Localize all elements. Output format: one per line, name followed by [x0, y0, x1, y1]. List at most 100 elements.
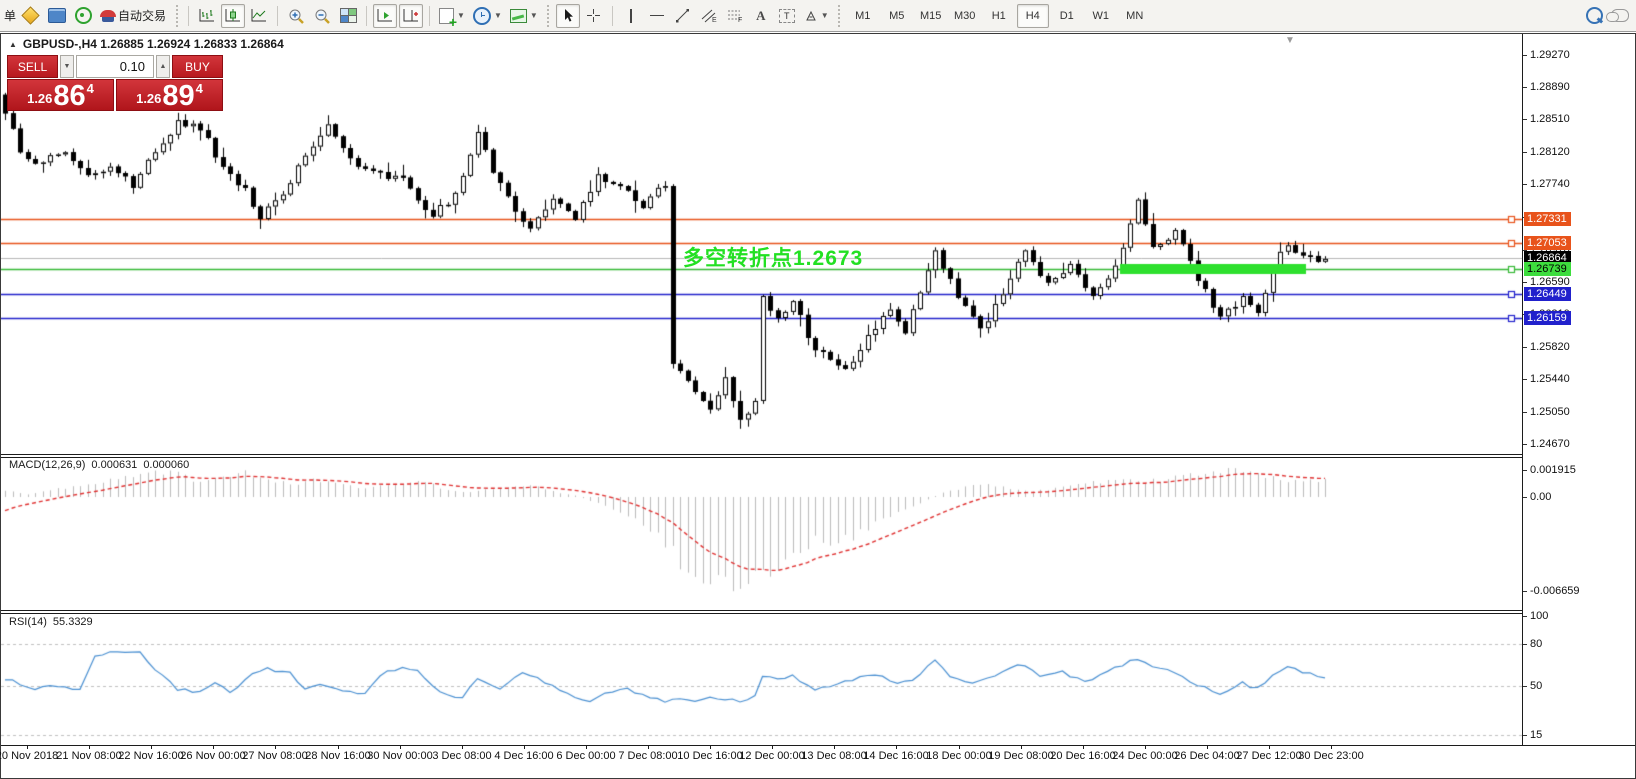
text-tool-button[interactable]: A	[749, 4, 773, 28]
time-tick-label: 21 Nov 08:00	[56, 750, 121, 762]
chevron-down-icon: ▼	[457, 11, 465, 20]
zoom-out-button[interactable]	[310, 4, 334, 28]
fibonacci-tool-button[interactable]: F	[723, 4, 747, 28]
auto-trading-button[interactable]: 自动交易	[97, 4, 169, 28]
time-tick-label: 6 Dec 00:00	[556, 750, 615, 762]
volume-input[interactable]: 0.10	[76, 55, 154, 78]
price-axis-tick-mark	[1523, 119, 1527, 120]
tile-windows-button[interactable]	[336, 4, 360, 28]
time-axis-tick-mark	[213, 745, 214, 749]
timeframe-button-H4[interactable]: H4	[1017, 4, 1049, 28]
time-axis[interactable]: 20 Nov 201821 Nov 08:0022 Nov 16:0026 No…	[1, 746, 1635, 778]
price-tick-label: 1.25820	[1530, 341, 1570, 353]
volume-decrease-button[interactable]: ▼	[60, 55, 74, 78]
time-axis-tick-mark	[462, 745, 463, 749]
gold-icon	[21, 6, 39, 24]
sell-button[interactable]: SELL	[7, 55, 58, 78]
buy-price-button[interactable]: 1.26 89 4	[116, 79, 223, 111]
timeframe-button-D1[interactable]: D1	[1051, 4, 1083, 28]
rsi-axis-label: 100	[1530, 610, 1548, 622]
gold-button[interactable]	[18, 4, 43, 28]
time-axis-tick-mark	[959, 745, 960, 749]
auto-scroll-button[interactable]	[373, 4, 397, 28]
new-order-button-fragment[interactable]: 单	[4, 7, 16, 24]
price-axis-tick-mark	[1523, 735, 1527, 736]
time-tick-label: 26 Dec 04:00	[1174, 750, 1239, 762]
time-axis-tick-mark	[772, 745, 773, 749]
macd-signal-value: 0.000060	[143, 459, 189, 471]
profiles-button[interactable]	[45, 4, 69, 28]
timeframe-button-H1[interactable]: H1	[983, 4, 1015, 28]
line-chart-icon	[251, 8, 267, 23]
chart-shift-marker-icon[interactable]: ▼	[1285, 35, 1295, 46]
arrows-tool-button[interactable]: ▼	[801, 4, 832, 28]
bar-chart-mode-button[interactable]	[195, 4, 219, 28]
time-tick-label: 18 Dec 00:00	[926, 750, 991, 762]
main-toolbar: 单 自动交易 ▼	[0, 0, 1636, 32]
time-axis-tick-mark	[338, 745, 339, 749]
time-tick-label: 13 Dec 08:00	[801, 750, 866, 762]
cursor-icon	[561, 8, 575, 23]
timeframe-button-MN[interactable]: MN	[1119, 4, 1151, 28]
chart-annotation[interactable]: 多空转折点1.2673	[683, 242, 863, 272]
time-axis-tick-mark	[1145, 745, 1146, 749]
timeframe-button-M1[interactable]: M1	[847, 4, 879, 28]
add-indicator-icon	[439, 8, 454, 24]
price-tick-label: 1.28510	[1530, 113, 1570, 125]
text-label-tool-button[interactable]: T	[775, 4, 799, 28]
price-tick-label: 1.25050	[1530, 406, 1570, 418]
chart-title: ▲ GBPUSD-,H4 1.26885 1.26924 1.26833 1.2…	[9, 37, 284, 51]
toolbar-separator	[429, 6, 430, 26]
buy-price-pipette: 4	[196, 81, 203, 96]
rsi-canvas[interactable]	[1, 614, 1522, 745]
timeframe-button-M5[interactable]: M5	[881, 4, 913, 28]
candlestick-mode-button[interactable]	[221, 4, 245, 28]
timeframe-button-M15[interactable]: M15	[915, 4, 947, 28]
periods-button[interactable]: ▼	[470, 4, 505, 28]
horizontal-line-tool-button[interactable]	[645, 4, 669, 28]
time-axis-tick-mark	[275, 745, 276, 749]
rsi-name: RSI(14)	[9, 616, 47, 628]
timeframe-button-W1[interactable]: W1	[1085, 4, 1117, 28]
time-axis-tick-mark	[151, 745, 152, 749]
chevron-down-icon: ▼	[821, 11, 829, 20]
toolbar-grip	[546, 5, 551, 27]
chart-shift-button[interactable]	[399, 4, 423, 28]
price-axis[interactable]: 1.292701.288901.285101.281201.277401.273…	[1522, 34, 1635, 745]
volume-increase-button[interactable]: ▲	[156, 55, 170, 78]
vertical-line-tool-button[interactable]	[619, 4, 643, 28]
equidistant-channel-tool-button[interactable]: E	[697, 4, 721, 28]
time-axis-tick-mark	[89, 745, 90, 749]
crosshair-tool-button[interactable]	[582, 4, 606, 28]
price-axis-tick-mark	[1523, 591, 1527, 592]
macd-canvas[interactable]	[1, 458, 1522, 610]
cursor-tool-button[interactable]	[556, 4, 580, 28]
horizontal-line-icon	[650, 15, 664, 17]
collapse-triangle-icon[interactable]: ▲	[9, 40, 17, 49]
sell-price-button[interactable]: 1.26 86 4	[7, 79, 114, 111]
community-button[interactable]	[1608, 4, 1632, 28]
buy-button[interactable]: BUY	[172, 55, 223, 78]
fibonacci-icon: F	[727, 8, 743, 23]
signals-button[interactable]	[71, 4, 95, 28]
trendline-tool-button[interactable]	[671, 4, 695, 28]
indicators-button[interactable]: ▼	[436, 4, 468, 28]
templates-button[interactable]: ▼	[507, 4, 541, 28]
timeframe-button-M30[interactable]: M30	[949, 4, 981, 28]
time-tick-label: 4 Dec 16:00	[494, 750, 553, 762]
time-tick-label: 3 Dec 08:00	[432, 750, 491, 762]
line-chart-mode-button[interactable]	[247, 4, 271, 28]
time-tick-label: 30 Nov 00:00	[367, 750, 432, 762]
time-axis-tick-mark	[1021, 745, 1022, 749]
clock-icon	[473, 7, 491, 25]
text-label-icon: T	[779, 9, 795, 23]
time-tick-label: 24 Dec 00:00	[1112, 750, 1177, 762]
time-axis-tick-mark	[1269, 745, 1270, 749]
zoom-in-button[interactable]	[284, 4, 308, 28]
price-axis-tick-mark	[1523, 470, 1527, 471]
search-button[interactable]	[1582, 4, 1606, 28]
zoom-out-icon	[314, 8, 331, 24]
vertical-line-icon	[630, 9, 632, 23]
time-axis-tick-mark	[1207, 745, 1208, 749]
text-icon: A	[756, 8, 765, 24]
